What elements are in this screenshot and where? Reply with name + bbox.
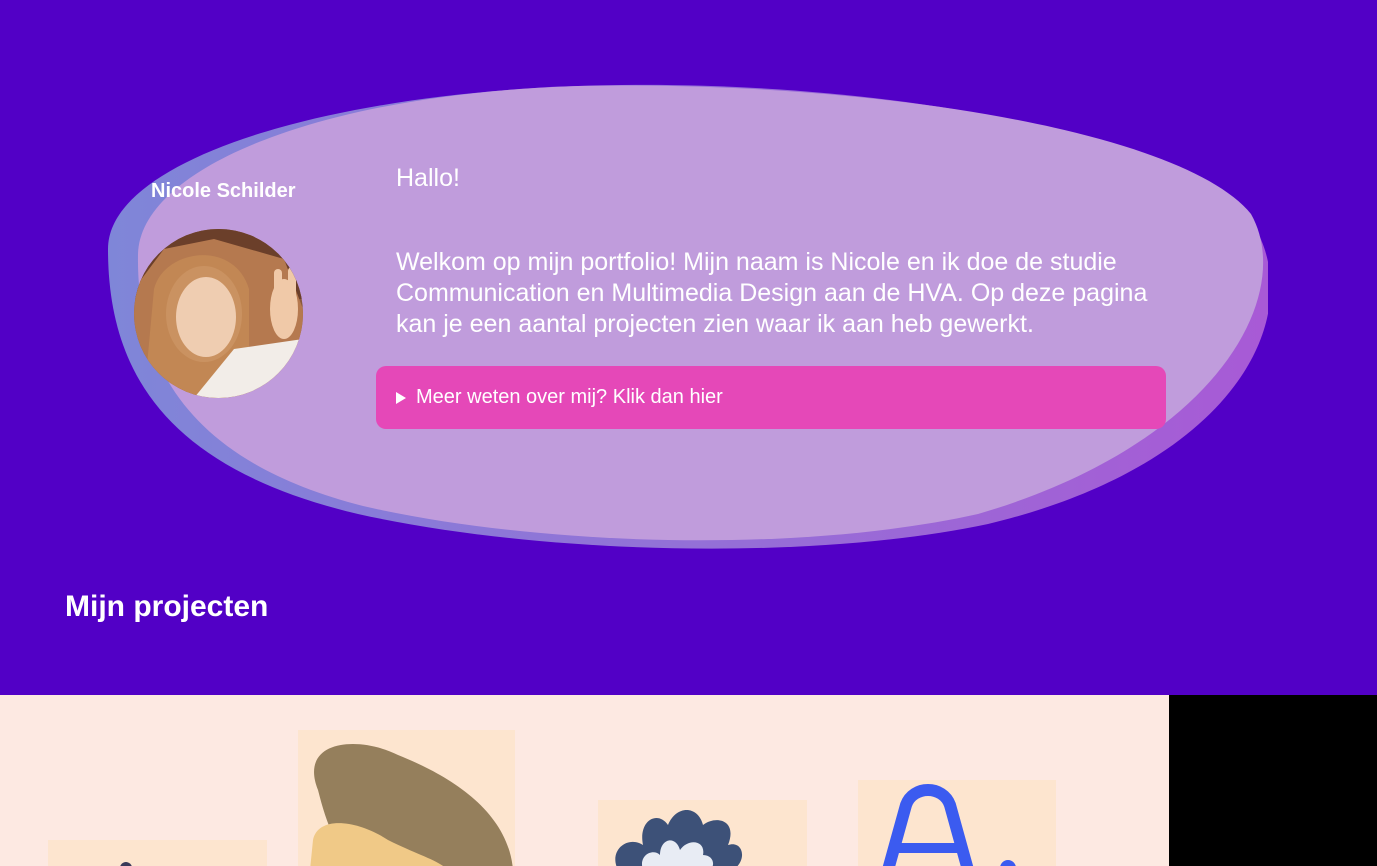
disclosure-triangle-icon xyxy=(396,391,406,404)
projects-title: Mijn projecten xyxy=(65,590,269,623)
project-tile-2[interactable] xyxy=(298,730,515,866)
projects-strip xyxy=(0,695,1169,866)
more-about-me-toggle[interactable]: Meer weten over mij? Klik dan hier xyxy=(376,366,1166,429)
project-tile-3[interactable] xyxy=(598,800,807,866)
avatar-photo-icon xyxy=(134,229,303,398)
more-about-me-label: Meer weten over mij? Klik dan hier xyxy=(416,386,723,408)
project-thumbnail-1-icon xyxy=(120,862,132,866)
side-panel xyxy=(1169,695,1377,866)
project-thumbnail-4-icon xyxy=(882,784,1016,866)
project-tile-1[interactable] xyxy=(48,840,267,866)
project-thumbnail-3-icon xyxy=(615,810,742,866)
profile-name: Nicole Schilder xyxy=(151,180,296,202)
intro-text: Welkom op mijn portfolio! Mijn naam is N… xyxy=(396,248,1148,338)
portfolio-page: Nicole Schilder Hallo! Welkom op mijn po… xyxy=(0,0,1377,866)
avatar xyxy=(134,229,303,398)
project-tile-4[interactable] xyxy=(858,780,1056,866)
project-thumbnail-2-icon xyxy=(310,744,513,866)
greeting: Hallo! xyxy=(396,164,460,192)
